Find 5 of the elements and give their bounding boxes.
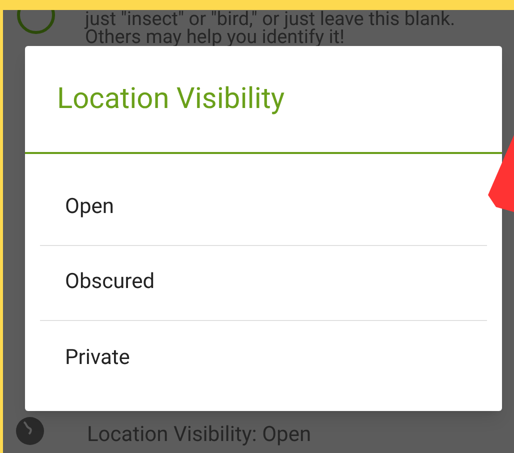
dialog-title: Location Visibility (57, 81, 285, 118)
option-item[interactable]: Private (40, 342, 130, 374)
option-item[interactable]: Obscured (40, 267, 155, 299)
option-item[interactable]: Open (40, 192, 114, 224)
globe-icon (15, 416, 45, 446)
